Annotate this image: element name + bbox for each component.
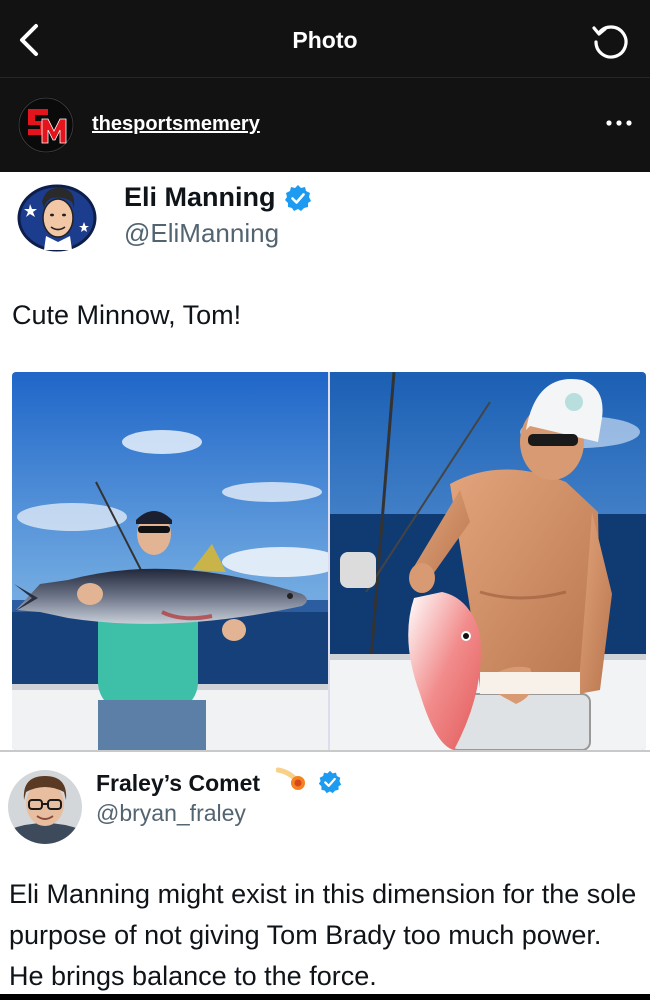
post-image[interactable]: Eli Manning @EliManning Cute Minnow, Tom… <box>0 172 650 994</box>
tweet-author-handle: @EliManning <box>124 218 280 248</box>
cartoon-avatar-icon <box>17 184 97 252</box>
account-bar: thesportsmemery <box>0 78 650 172</box>
reply-author-name: Fraley’s Comet <box>96 770 261 796</box>
tweet-author-name: Eli Manning <box>124 182 276 212</box>
refresh-icon <box>592 25 628 59</box>
account-avatar[interactable] <box>18 97 74 153</box>
top-bar: Photo <box>0 0 650 78</box>
refresh-button[interactable] <box>590 20 630 60</box>
more-options-button[interactable] <box>604 108 634 138</box>
bottom-edge <box>0 994 650 1000</box>
bryan-fraley-avatar <box>8 770 82 844</box>
fishing-photo-left <box>12 372 328 750</box>
tweet-text: Cute Minnow, Tom! <box>12 300 242 330</box>
more-horizontal-icon <box>606 120 632 126</box>
tweet-reply-separator <box>0 750 650 752</box>
verified-badge-icon <box>318 770 342 794</box>
sportsmemery-logo-icon <box>18 97 74 153</box>
tweet-photos <box>12 372 646 750</box>
comet-icon <box>275 766 308 794</box>
account-username[interactable]: thesportsmemery <box>92 113 260 136</box>
reply-author-handle: @bryan_fraley <box>96 800 246 826</box>
page-title: Photo <box>292 27 358 53</box>
portrait-avatar-icon <box>8 770 82 844</box>
verified-badge-icon <box>284 184 312 212</box>
reply-text: Eli Manning might exist in this dimensio… <box>9 879 637 991</box>
fishing-photo-right <box>330 372 646 750</box>
eli-manning-avatar <box>16 178 98 254</box>
